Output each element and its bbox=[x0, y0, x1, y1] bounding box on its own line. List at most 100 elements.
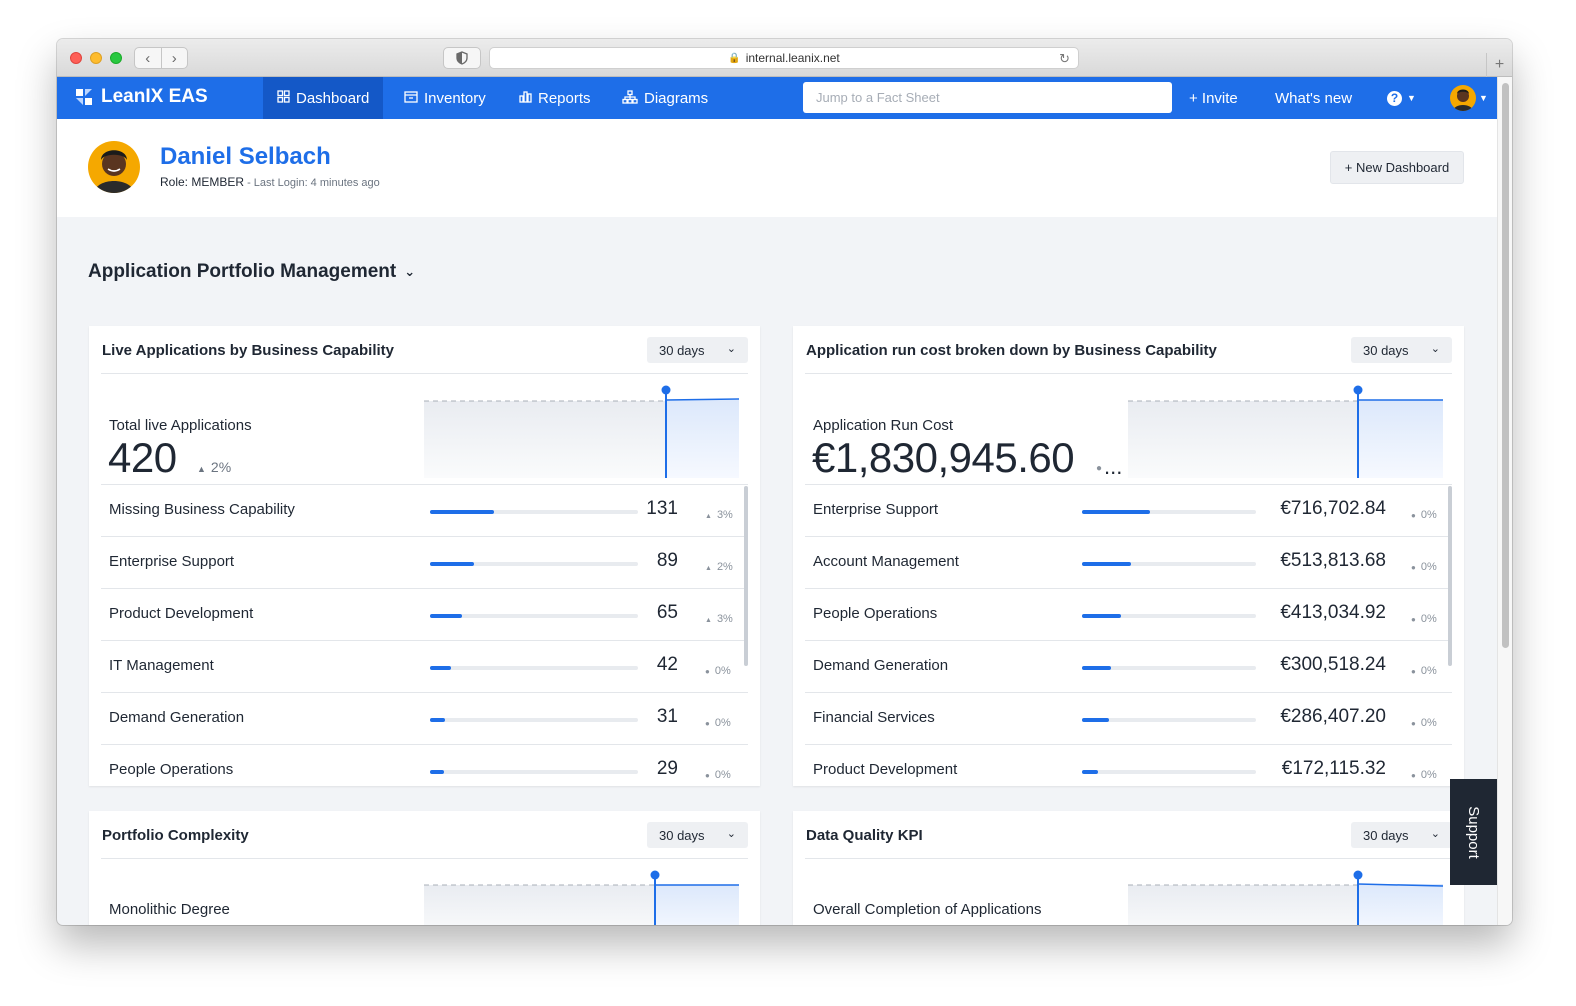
period-select[interactable]: 30 days ⌄ bbox=[647, 822, 748, 848]
row-label: Financial Services bbox=[813, 709, 935, 726]
leanix-logo-icon bbox=[76, 89, 92, 105]
trend-flat-icon: ● bbox=[1411, 719, 1416, 728]
address-bar[interactable]: 🔒 internal.leanix.net ↻ bbox=[489, 47, 1079, 69]
row-value: €286,407.20 bbox=[1280, 706, 1386, 727]
trend-up-icon: ▲ bbox=[705, 565, 712, 572]
divider bbox=[805, 858, 1452, 859]
last-login: - Last Login: 4 minutes ago bbox=[244, 177, 380, 189]
list-item[interactable]: Enterprise Support €716,702.84 ● 0% bbox=[805, 485, 1452, 537]
trend-flat-icon: ● bbox=[1096, 462, 1103, 474]
page-scrollbar-thumb[interactable] bbox=[1502, 83, 1509, 648]
list-item[interactable]: People Operations €413,034.92 ● 0% bbox=[805, 589, 1452, 641]
nav-inventory[interactable]: Inventory bbox=[390, 77, 500, 119]
list-item[interactable]: Product Development 65 ▲ 3% bbox=[101, 589, 748, 641]
row-label: Product Development bbox=[109, 605, 254, 622]
kpi-delta: ●... bbox=[1096, 454, 1122, 480]
reload-icon[interactable]: ↻ bbox=[1059, 51, 1070, 67]
user-avatar-button[interactable] bbox=[1450, 85, 1476, 111]
nav-reports[interactable]: Reports bbox=[505, 77, 605, 119]
row-label: Demand Generation bbox=[109, 709, 245, 726]
progress-fill bbox=[430, 562, 474, 566]
zoom-window-button[interactable] bbox=[110, 52, 122, 64]
row-value: 31 bbox=[656, 706, 678, 727]
row-value: €413,034.92 bbox=[1280, 602, 1386, 623]
trend-flat-icon: ● bbox=[1411, 771, 1416, 780]
close-window-button[interactable] bbox=[70, 52, 82, 64]
nav-dashboard[interactable]: Dashboard bbox=[263, 77, 384, 119]
list-item[interactable]: Missing Business Capability 131 ▲ 3% bbox=[101, 485, 748, 537]
row-delta: ● 0% bbox=[1411, 717, 1437, 729]
row-delta-value: 0% bbox=[714, 665, 731, 677]
period-value: 30 days bbox=[659, 342, 705, 358]
trend-flat-icon: ● bbox=[705, 771, 710, 780]
progress-track bbox=[1082, 770, 1256, 774]
new-dashboard-button[interactable]: + New Dashboard bbox=[1330, 151, 1464, 184]
list-item[interactable]: Financial Services €286,407.20 ● 0% bbox=[805, 693, 1452, 745]
kpi-label: Overall Completion of Applications bbox=[813, 901, 1042, 918]
support-tab[interactable]: Support bbox=[1450, 779, 1497, 885]
card-scrollbar[interactable] bbox=[1448, 486, 1452, 666]
brand-logo[interactable]: LeanIX EAS bbox=[74, 86, 208, 108]
period-select[interactable]: 30 days ⌄ bbox=[647, 337, 748, 363]
whats-new-label: What's new bbox=[1275, 89, 1353, 107]
row-delta-value: 0% bbox=[1420, 665, 1437, 677]
list-item[interactable]: Demand Generation €300,518.24 ● 0% bbox=[805, 641, 1452, 693]
list-item[interactable]: People Operations 29 ● 0% bbox=[101, 745, 748, 786]
help-icon: ? bbox=[1387, 90, 1402, 106]
progress-fill bbox=[1082, 770, 1098, 774]
back-chevron-icon[interactable]: ‹ bbox=[135, 48, 162, 68]
period-select[interactable]: 30 days ⌄ bbox=[1351, 822, 1452, 848]
list-item[interactable]: Demand Generation 31 ● 0% bbox=[101, 693, 748, 745]
period-value: 30 days bbox=[1363, 827, 1409, 843]
page-scrollbar[interactable] bbox=[1497, 77, 1512, 925]
new-tab-plus-icon[interactable]: + bbox=[1486, 53, 1512, 77]
nav-dashboard-label: Dashboard bbox=[296, 89, 370, 107]
progress-fill bbox=[430, 614, 462, 618]
card-scrollbar[interactable] bbox=[744, 486, 748, 666]
fact-sheet-search-input[interactable] bbox=[803, 82, 1172, 113]
row-value: €513,813.68 bbox=[1280, 550, 1386, 571]
kpi-delta: ▲ 2% bbox=[197, 459, 231, 475]
row-delta: ● 0% bbox=[1411, 769, 1437, 781]
kpi-label: Total live Applications bbox=[109, 417, 252, 434]
user-name[interactable]: Daniel Selbach bbox=[160, 143, 331, 171]
whats-new-link[interactable]: What's new bbox=[1261, 77, 1366, 119]
progress-track bbox=[1082, 666, 1256, 670]
list-item[interactable]: Account Management €513,813.68 ● 0% bbox=[805, 537, 1452, 589]
user-avatar bbox=[88, 141, 140, 193]
progress-track bbox=[430, 562, 638, 566]
progress-track bbox=[1082, 510, 1256, 514]
row-delta-value: 0% bbox=[1420, 613, 1437, 625]
period-select[interactable]: 30 days ⌄ bbox=[1351, 337, 1452, 363]
trend-flat-icon: ● bbox=[1411, 563, 1416, 572]
diagram-icon bbox=[622, 89, 638, 107]
row-delta-value: 0% bbox=[1420, 769, 1437, 781]
progress-fill bbox=[1082, 562, 1131, 566]
row-label: IT Management bbox=[109, 657, 214, 674]
avatar-chevron-down-icon[interactable]: ▼ bbox=[1479, 93, 1488, 103]
row-label: Enterprise Support bbox=[813, 501, 939, 518]
progress-fill bbox=[430, 666, 451, 670]
nav-diagrams[interactable]: Diagrams bbox=[608, 77, 722, 119]
minimize-window-button[interactable] bbox=[90, 52, 102, 64]
forward-chevron-icon[interactable]: › bbox=[162, 48, 188, 68]
progress-fill bbox=[430, 718, 445, 722]
inventory-icon bbox=[404, 90, 418, 106]
invite-button[interactable]: + Invite bbox=[1175, 77, 1252, 119]
trend-up-icon: ▲ bbox=[197, 464, 206, 474]
chevron-down-icon: ⌄ bbox=[726, 343, 736, 355]
privacy-shield-icon[interactable] bbox=[443, 47, 481, 69]
list-item[interactable]: Enterprise Support 89 ▲ 2% bbox=[101, 537, 748, 589]
dashboard-selector[interactable]: Application Portfolio Management ⌄ bbox=[88, 261, 415, 283]
kpi-delta-value: ... bbox=[1104, 454, 1123, 479]
kpi-delta-value: 2% bbox=[210, 459, 232, 475]
chevron-down-icon: ▼ bbox=[1407, 93, 1416, 103]
row-label: Missing Business Capability bbox=[109, 501, 295, 518]
sparkline-chart bbox=[424, 385, 740, 478]
list-item[interactable]: IT Management 42 ● 0% bbox=[101, 641, 748, 693]
list-item[interactable]: Product Development €172,115.32 ● 0% bbox=[805, 745, 1452, 786]
row-delta-value: 3% bbox=[716, 509, 733, 521]
kpi-value: €1,830,945.60 bbox=[812, 434, 1075, 481]
chevron-down-icon: ⌄ bbox=[1430, 343, 1440, 355]
help-menu-button[interactable]: ? ▼ bbox=[1373, 77, 1430, 119]
